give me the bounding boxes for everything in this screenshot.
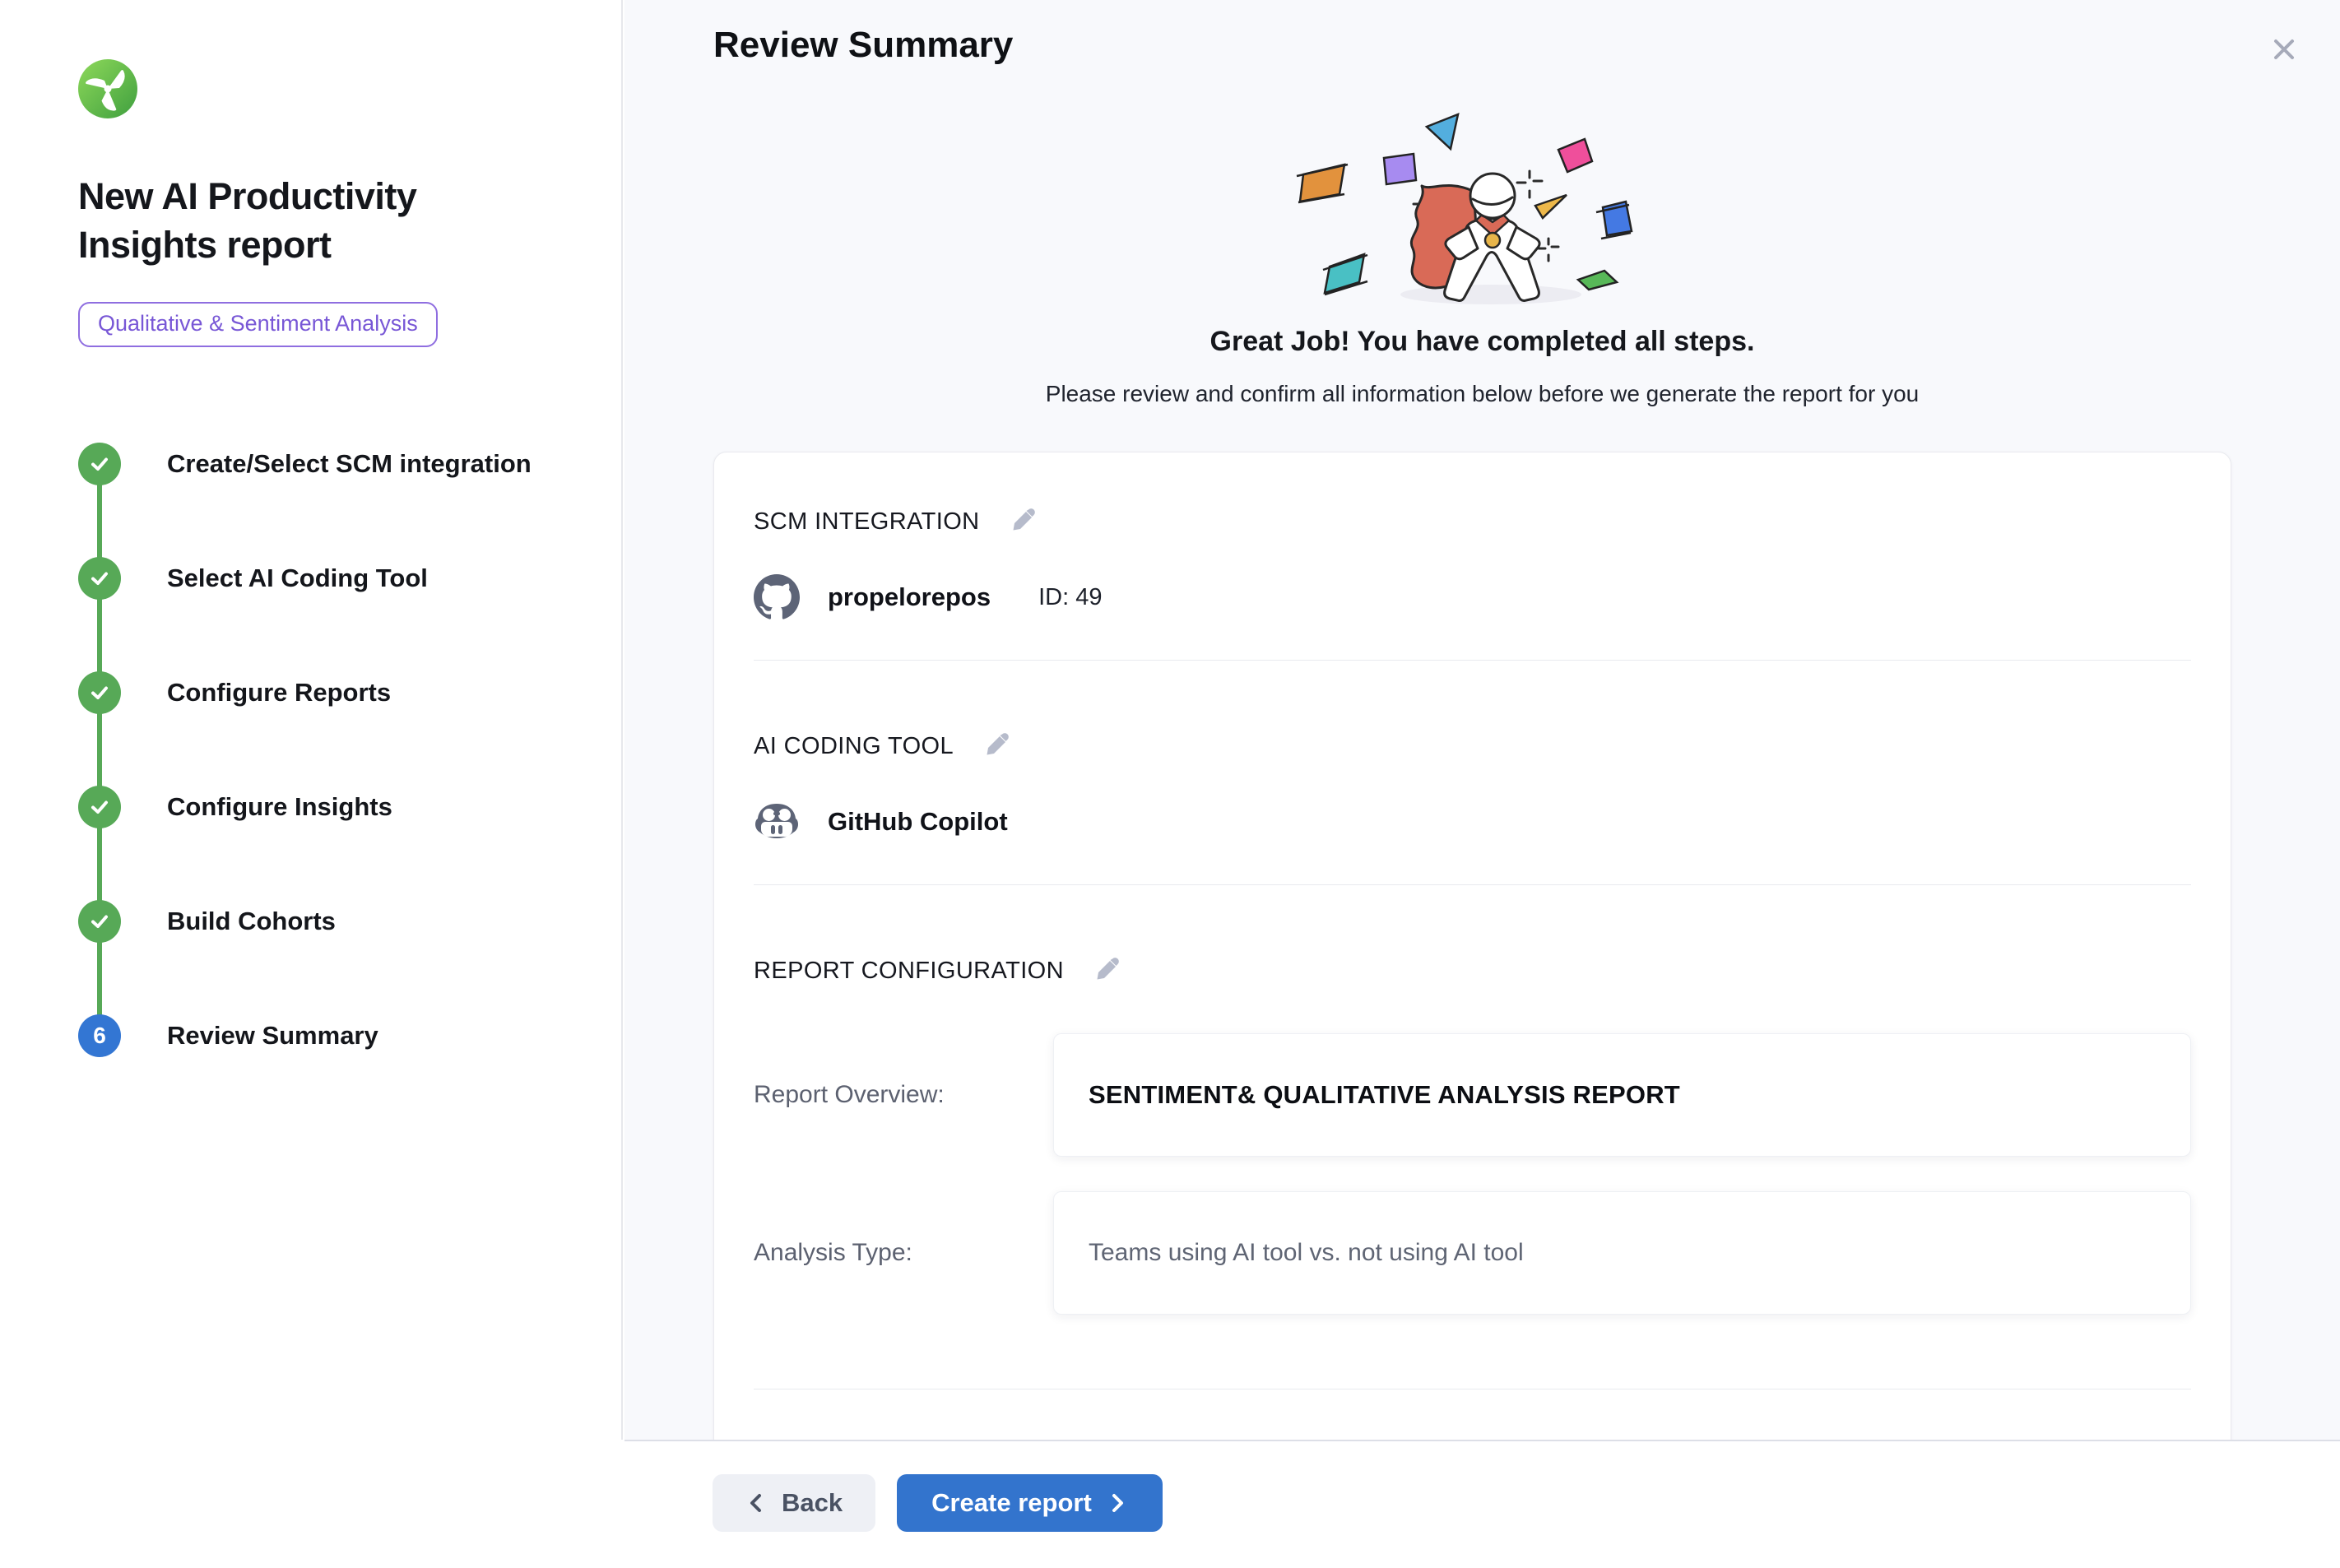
page-title: Review Summary xyxy=(713,25,1013,66)
analysis-type-value: Teams using AI tool vs. not using AI too… xyxy=(1089,1239,1524,1267)
step-configure-insights[interactable]: Configure Insights xyxy=(78,786,572,828)
step-select-ai-tool[interactable]: Select AI Coding Tool xyxy=(78,557,572,600)
github-icon xyxy=(754,574,800,620)
scm-integration-id: ID: 49 xyxy=(1038,584,1102,611)
ai-coding-tool-section-header: AI CODING TOOL xyxy=(754,661,2191,763)
report-overview-value-card: SENTIMENT& QUALITATIVE ANALYSIS REPORT xyxy=(1053,1033,2191,1157)
edit-scm-integration-icon[interactable] xyxy=(1006,505,1039,538)
report-overview-value: SENTIMENT& QUALITATIVE ANALYSIS REPORT xyxy=(1089,1080,1680,1110)
step-create-select-scm[interactable]: Create/Select SCM integration xyxy=(78,443,572,485)
create-report-button-label: Create report xyxy=(931,1488,1092,1518)
step-build-cohorts[interactable]: Build Cohorts xyxy=(78,900,572,943)
back-button-label: Back xyxy=(782,1488,843,1518)
step-check-icon xyxy=(78,443,121,485)
step-label: Review Summary xyxy=(167,1021,378,1051)
close-icon[interactable] xyxy=(2264,30,2304,69)
step-check-icon xyxy=(78,671,121,714)
step-label: Build Cohorts xyxy=(167,907,336,936)
step-review-summary[interactable]: 6 Review Summary xyxy=(78,1014,572,1057)
scm-integration-label: SCM INTEGRATION xyxy=(754,508,980,536)
report-configuration-section-header: REPORT CONFIGURATION xyxy=(754,885,2191,987)
scm-integration-value-row: propelorepos ID: 49 xyxy=(754,574,2191,620)
propeller-logo-icon xyxy=(78,59,137,118)
review-summary-panel: Review Summary xyxy=(624,0,2340,1440)
analysis-type-value-card: Teams using AI tool vs. not using AI too… xyxy=(1053,1191,2191,1315)
step-label: Configure Reports xyxy=(167,678,391,707)
step-check-icon xyxy=(78,900,121,943)
ai-coding-tool-value-row: GitHub Copilot xyxy=(754,799,2191,845)
create-report-button[interactable]: Create report xyxy=(897,1474,1163,1532)
step-check-icon xyxy=(78,786,121,828)
edit-report-configuration-icon[interactable] xyxy=(1090,954,1123,987)
step-number-badge: 6 xyxy=(78,1014,121,1057)
wizard-footer: Back Create report xyxy=(0,1440,2340,1568)
ai-coding-tool-name: GitHub Copilot xyxy=(828,807,1008,837)
back-button[interactable]: Back xyxy=(713,1474,875,1532)
completion-heading: Great Job! You have completed all steps. xyxy=(624,326,2340,358)
report-overview-field-label: Report Overview: xyxy=(754,1081,1053,1109)
edit-ai-coding-tool-icon[interactable] xyxy=(980,730,1013,763)
celebration-illustration xyxy=(1252,107,1713,313)
step-check-icon xyxy=(78,557,121,600)
steps-connector-line xyxy=(97,464,102,1036)
analysis-type-badge: Qualitative & Sentiment Analysis xyxy=(78,302,438,347)
step-label: Select AI Coding Tool xyxy=(167,564,428,593)
report-overview-row: Report Overview: SENTIMENT& QUALITATIVE … xyxy=(754,1033,2191,1157)
scm-integration-name: propelorepos xyxy=(828,582,991,612)
chevron-left-icon xyxy=(745,1491,767,1515)
wizard-sidebar: New AI Productivity Insights report Qual… xyxy=(0,0,623,1440)
summary-card: SCM INTEGRATION propelorepos ID: 49 AI C… xyxy=(713,452,2231,1440)
github-copilot-icon xyxy=(754,799,800,845)
completion-subheading: Please review and confirm all informatio… xyxy=(624,381,2340,407)
wizard-title: New AI Productivity Insights report xyxy=(78,173,506,269)
report-configuration-label: REPORT CONFIGURATION xyxy=(754,958,1064,985)
ai-coding-tool-label: AI CODING TOOL xyxy=(754,733,954,760)
analysis-type-row: Analysis Type: Teams using AI tool vs. n… xyxy=(754,1191,2191,1315)
footer-divider xyxy=(624,1440,2340,1441)
chevron-right-icon xyxy=(1107,1491,1128,1515)
step-configure-reports[interactable]: Configure Reports xyxy=(78,671,572,714)
scm-integration-section-header: SCM INTEGRATION xyxy=(754,452,2191,538)
wizard-steps: Create/Select SCM integration Select AI … xyxy=(78,443,572,1057)
step-label: Configure Insights xyxy=(167,792,392,822)
analysis-type-field-label: Analysis Type: xyxy=(754,1239,1053,1267)
step-label: Create/Select SCM integration xyxy=(167,449,532,479)
